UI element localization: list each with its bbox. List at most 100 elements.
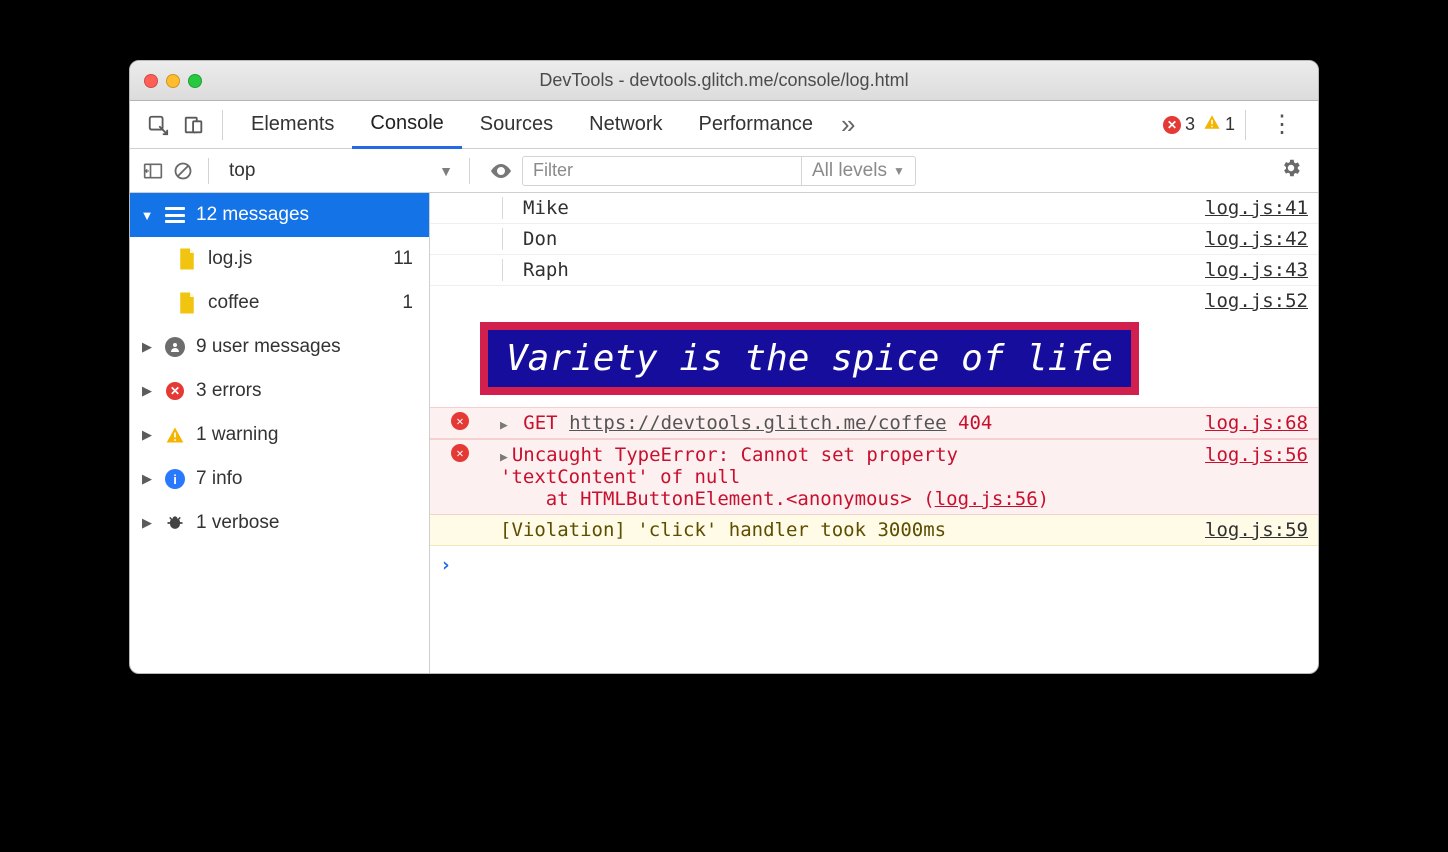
sidebar-item-warnings[interactable]: ▶ 1 warning: [130, 413, 429, 457]
log-message: ▶ GET https://devtools.glitch.me/coffee …: [480, 412, 1195, 434]
chevron-right-icon[interactable]: ▶: [500, 450, 508, 465]
log-message: [Violation] 'click' handler took 3000ms: [480, 519, 1195, 541]
context-label: top: [229, 160, 255, 182]
log-message: ▶Uncaught TypeError: Cannot set property…: [480, 444, 1195, 510]
styled-log-message: Variety is the spice of life: [480, 322, 1139, 395]
tab-label: Console: [370, 112, 443, 135]
sidebar-file-coffee[interactable]: coffee 1: [130, 281, 429, 325]
tab-sources[interactable]: Sources: [462, 101, 571, 149]
minimize-window-button[interactable]: [166, 74, 180, 88]
error-icon: ✕: [451, 412, 469, 430]
prompt-icon: ›: [440, 554, 451, 576]
log-message: Raph: [502, 259, 1195, 281]
error-icon: ✕: [1163, 116, 1181, 134]
source-link[interactable]: log.js:52: [1205, 290, 1308, 312]
source-link[interactable]: log.js:43: [1205, 259, 1308, 281]
sidebar-item-label: 1 warning: [196, 424, 419, 446]
source-link[interactable]: log.js:56: [1205, 444, 1308, 466]
info-icon: i: [164, 469, 186, 489]
console-log-area: Mike log.js:41 Don log.js:42 Raph log.js…: [430, 193, 1318, 673]
panel-tabs: Elements Console Sources Network Perform…: [130, 101, 1318, 149]
toggle-sidebar-icon[interactable]: [138, 156, 168, 186]
source-link[interactable]: log.js:42: [1205, 228, 1308, 250]
zoom-window-button[interactable]: [188, 74, 202, 88]
log-message: Mike: [502, 197, 1195, 219]
context-selector[interactable]: top ▼: [219, 155, 459, 187]
sidebar-item-info[interactable]: ▶ i 7 info: [130, 457, 429, 501]
stack-link[interactable]: log.js:56: [935, 488, 1038, 510]
tab-network[interactable]: Network: [571, 101, 680, 149]
log-row[interactable]: Raph log.js:43: [430, 255, 1318, 286]
live-expression-icon[interactable]: [486, 156, 516, 186]
list-icon: [164, 207, 186, 223]
console-toolbar: top ▼ All levels ▼: [130, 149, 1318, 193]
tab-elements[interactable]: Elements: [233, 101, 352, 149]
sidebar-item-verbose[interactable]: ▶ 1 verbose: [130, 501, 429, 545]
bug-icon: [164, 513, 186, 533]
tab-label: Performance: [699, 113, 814, 136]
divider: [208, 158, 209, 184]
log-row[interactable]: log.js:52: [430, 286, 1318, 316]
tab-label: Sources: [480, 113, 553, 136]
log-levels-select[interactable]: All levels ▼: [802, 156, 916, 186]
console-body: ▼ 12 messages log.js 11 coffee 1 ▶ 9 use…: [130, 193, 1318, 673]
log-row-error[interactable]: ✕ ▶ GET https://devtools.glitch.me/coffe…: [430, 407, 1318, 439]
titlebar: DevTools - devtools.glitch.me/console/lo…: [130, 61, 1318, 101]
error-icon: ✕: [451, 444, 469, 462]
window-title: DevTools - devtools.glitch.me/console/lo…: [130, 70, 1318, 91]
inspect-element-icon[interactable]: [144, 111, 172, 139]
devtools-window: DevTools - devtools.glitch.me/console/lo…: [129, 60, 1319, 674]
filter-input[interactable]: [522, 156, 802, 186]
divider: [469, 158, 470, 184]
request-url[interactable]: https://devtools.glitch.me/coffee: [569, 412, 947, 434]
source-link[interactable]: log.js:41: [1205, 197, 1308, 219]
divider: [222, 110, 223, 140]
clear-console-icon[interactable]: [168, 156, 198, 186]
chevron-down-icon: ▼: [439, 163, 453, 179]
log-row[interactable]: Mike log.js:41: [430, 193, 1318, 224]
settings-icon[interactable]: [1272, 157, 1310, 185]
console-prompt[interactable]: ›: [430, 546, 1318, 584]
log-row-violation[interactable]: [Violation] 'click' handler took 3000ms …: [430, 515, 1318, 546]
sidebar-item-count: 11: [393, 248, 419, 270]
levels-label: All levels: [812, 160, 887, 182]
chevron-down-icon: ▼: [893, 164, 905, 178]
close-window-button[interactable]: [144, 74, 158, 88]
source-link[interactable]: log.js:68: [1205, 412, 1308, 434]
error-count: 3: [1185, 114, 1195, 135]
tab-performance[interactable]: Performance: [681, 101, 832, 149]
sidebar-item-messages[interactable]: ▼ 12 messages: [130, 193, 429, 237]
log-message: Don: [502, 228, 1195, 250]
tab-label: Elements: [251, 113, 334, 136]
tab-label: Network: [589, 113, 662, 136]
error-icon: ✕: [164, 382, 186, 400]
more-tabs-icon[interactable]: »: [841, 109, 855, 140]
chevron-right-icon[interactable]: ▶: [500, 418, 508, 433]
user-icon: [164, 337, 186, 357]
sidebar-item-user-messages[interactable]: ▶ 9 user messages: [130, 325, 429, 369]
warning-icon: [1203, 113, 1221, 136]
device-toolbar-icon[interactable]: [180, 111, 208, 139]
file-icon: [176, 248, 198, 270]
warning-count: 1: [1225, 114, 1235, 135]
file-icon: [176, 292, 198, 314]
log-row[interactable]: Don log.js:42: [430, 224, 1318, 255]
warning-count-badge[interactable]: 1: [1203, 113, 1235, 136]
log-row-error[interactable]: ✕ ▶Uncaught TypeError: Cannot set proper…: [430, 439, 1318, 515]
sidebar-file-logjs[interactable]: log.js 11: [130, 237, 429, 281]
sidebar-item-label: 7 info: [196, 468, 419, 490]
sidebar-item-label: 12 messages: [196, 204, 419, 226]
error-count-badge[interactable]: ✕ 3: [1163, 114, 1195, 135]
source-link[interactable]: log.js:59: [1205, 519, 1308, 541]
tab-console[interactable]: Console: [352, 101, 461, 149]
more-menu-icon[interactable]: ⋮: [1256, 110, 1308, 139]
window-controls: [144, 74, 202, 88]
sidebar-item-label: 1 verbose: [196, 512, 419, 534]
divider: [1245, 110, 1246, 140]
chevron-right-icon: ▶: [140, 383, 154, 399]
chevron-right-icon: ▶: [140, 339, 154, 355]
sidebar-item-errors[interactable]: ▶ ✕ 3 errors: [130, 369, 429, 413]
log-row-styled[interactable]: Variety is the spice of life: [430, 316, 1318, 407]
sidebar-item-label: coffee: [208, 292, 392, 314]
chevron-right-icon: ▶: [140, 471, 154, 487]
